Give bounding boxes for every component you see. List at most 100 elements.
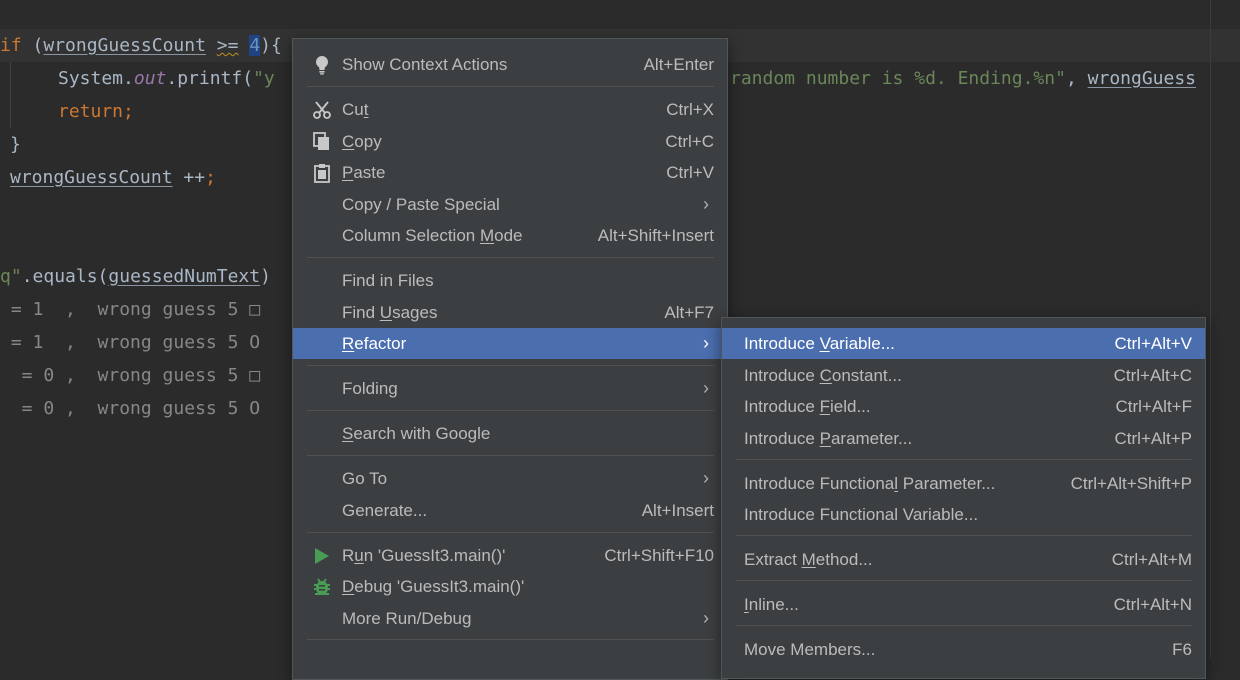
menu-item-find-usages[interactable]: Find Usages Alt+F7 bbox=[293, 297, 727, 328]
menu-separator bbox=[736, 459, 1192, 460]
menu-separator bbox=[307, 257, 714, 258]
paren-brace: ){ bbox=[260, 35, 282, 56]
output-line: = 0 , wrong guess 5 O bbox=[0, 398, 261, 419]
increment-op: ++ bbox=[172, 167, 206, 188]
menu-item-generate[interactable]: Generate... Alt+Insert bbox=[293, 495, 727, 526]
mnemonic: t bbox=[363, 100, 369, 119]
menu-label: sages bbox=[392, 303, 438, 322]
menu-item-search-with-google[interactable]: Search with Google bbox=[293, 418, 727, 449]
menu-item-paste[interactable]: Paste Ctrl+V bbox=[293, 157, 727, 188]
submenu-item-introduce-field[interactable]: Introduce Field... Ctrl+Alt+F bbox=[722, 391, 1205, 422]
output-line: = 1 , wrong guess 5 O bbox=[0, 332, 261, 353]
submenu-item-introduce-functional-parameter[interactable]: Introduce Functional Parameter... Ctrl+A… bbox=[722, 468, 1205, 499]
menu-separator bbox=[307, 365, 714, 366]
menu-label: Column Selection bbox=[342, 226, 480, 245]
method-equals: .equals( bbox=[21, 266, 109, 287]
menu-item-column-selection-mode[interactable]: Column Selection Mode Alt+Shift+Insert bbox=[293, 220, 727, 251]
menu-label: Cu bbox=[342, 100, 364, 119]
shortcut: Ctrl+Alt+P bbox=[1114, 429, 1192, 448]
var-wrong-guess-count[interactable]: wrongGuessCount bbox=[43, 35, 206, 56]
menu-label: ield... bbox=[830, 397, 871, 416]
menu-item-copy-paste-special[interactable]: Copy / Paste Special › bbox=[293, 189, 727, 220]
menu-label: Introduce bbox=[744, 429, 820, 448]
menu-item-go-to[interactable]: Go To › bbox=[293, 463, 727, 494]
menu-label: opy bbox=[354, 132, 382, 151]
string-q: q" bbox=[0, 266, 22, 287]
editor-context-menu: Show Context Actions Alt+Enter Cut Ctrl+… bbox=[292, 38, 728, 680]
mnemonic: P bbox=[819, 429, 831, 448]
scissors-icon bbox=[311, 99, 333, 121]
menu-item-refactor[interactable]: Refactor › bbox=[293, 328, 727, 359]
chevron-right-icon: › bbox=[703, 608, 709, 628]
mnemonic: F bbox=[819, 397, 830, 416]
output-line: = 1 , wrong guess 5 □ bbox=[0, 299, 261, 320]
menu-separator bbox=[307, 532, 714, 533]
submenu-item-introduce-functional-variable[interactable]: Introduce Functional Variable... bbox=[722, 499, 1205, 530]
editor-top-strip bbox=[0, 0, 1240, 28]
operator-gte[interactable]: >= bbox=[217, 35, 239, 56]
string-rest: random number is %d. Ending.%n" bbox=[730, 68, 1066, 89]
semicolon: ; bbox=[123, 101, 134, 122]
menu-item-cut[interactable]: Cut Ctrl+X bbox=[293, 94, 727, 125]
code-line-return: return; bbox=[58, 95, 134, 128]
shortcut: Ctrl+X bbox=[666, 100, 714, 119]
submenu-item-introduce-parameter[interactable]: Introduce Parameter... Ctrl+Alt+P bbox=[722, 423, 1205, 454]
lightbulb-icon bbox=[311, 54, 333, 76]
submenu-item-move-members[interactable]: Move Members... F6 bbox=[722, 634, 1205, 665]
selected-number[interactable]: 4 bbox=[249, 35, 261, 56]
menu-separator bbox=[307, 639, 714, 640]
menu-separator bbox=[736, 625, 1192, 626]
menu-label: Show Context Actions bbox=[342, 55, 508, 74]
copy-icon bbox=[311, 131, 333, 153]
menu-label: Copy / Paste Special bbox=[342, 195, 500, 214]
menu-label: Introduce bbox=[744, 334, 820, 353]
menu-item-find-in-files[interactable]: Find in Files bbox=[293, 265, 727, 296]
submenu-item-introduce-constant[interactable]: Introduce Constant... Ctrl+Alt+C bbox=[722, 360, 1205, 391]
menu-item-run[interactable]: Run 'GuessIt3.main()' Ctrl+Shift+F10 bbox=[293, 540, 727, 571]
mnemonic: R bbox=[342, 334, 355, 353]
shortcut: Ctrl+Alt+N bbox=[1113, 595, 1192, 614]
shortcut: Alt+Insert bbox=[641, 501, 714, 520]
menu-label: Extract bbox=[744, 550, 802, 569]
method-printf: .printf( bbox=[166, 68, 254, 89]
submenu-item-inline[interactable]: Inline... Ctrl+Alt+N bbox=[722, 589, 1205, 620]
shortcut: Ctrl+Alt+C bbox=[1113, 366, 1192, 385]
menu-label: Find in Files bbox=[342, 271, 434, 290]
semicolon: ; bbox=[205, 167, 216, 188]
menu-item-copy[interactable]: Copy Ctrl+C bbox=[293, 126, 727, 157]
menu-label: Parameter... bbox=[898, 474, 996, 493]
keyword-return: return bbox=[58, 101, 124, 122]
shortcut: Ctrl+Alt+M bbox=[1111, 550, 1192, 569]
menu-label: nline... bbox=[748, 595, 799, 614]
menu-label: Find bbox=[342, 303, 380, 322]
var-wrong-guess-trailing[interactable]: wrongGuess bbox=[1088, 68, 1196, 89]
var-guessed-num-text[interactable]: guessedNumText bbox=[108, 266, 260, 287]
code-line-close-brace: } bbox=[10, 128, 21, 161]
menu-label: Introduce Functional Variable... bbox=[744, 505, 979, 524]
refactor-submenu: Introduce Variable... Ctrl+Alt+V Introdu… bbox=[721, 317, 1206, 679]
menu-item-more-run-debug[interactable]: More Run/Debug › bbox=[293, 603, 727, 634]
menu-separator bbox=[307, 86, 714, 87]
menu-label: R bbox=[342, 546, 355, 565]
menu-label: onstant... bbox=[831, 366, 902, 385]
output-line: = 0 , wrong guess 5 □ bbox=[0, 365, 261, 386]
menu-label: Introduce bbox=[744, 366, 820, 385]
menu-item-folding[interactable]: Folding › bbox=[293, 373, 727, 404]
menu-separator bbox=[736, 535, 1192, 536]
run-icon bbox=[311, 545, 333, 567]
mnemonic: M bbox=[801, 550, 816, 569]
submenu-item-introduce-variable[interactable]: Introduce Variable... Ctrl+Alt+V bbox=[722, 328, 1205, 359]
menu-item-debug[interactable]: Debug 'GuessIt3.main()' bbox=[293, 571, 727, 602]
menu-label: More Run/Debug bbox=[342, 609, 472, 628]
code-line-printf: System.out.printf("y bbox=[58, 62, 275, 95]
var-wrong-guess-count-incr[interactable]: wrongGuessCount bbox=[10, 167, 173, 188]
menu-label: aste bbox=[353, 163, 386, 182]
menu-label: Move Members... bbox=[744, 640, 876, 659]
chevron-right-icon: › bbox=[703, 468, 709, 488]
indent-guide bbox=[10, 62, 11, 128]
keyword-if: if bbox=[0, 35, 22, 56]
menu-item-show-context-actions[interactable]: Show Context Actions Alt+Enter bbox=[293, 49, 727, 80]
submenu-item-extract-method[interactable]: Extract Method... Ctrl+Alt+M bbox=[722, 544, 1205, 575]
